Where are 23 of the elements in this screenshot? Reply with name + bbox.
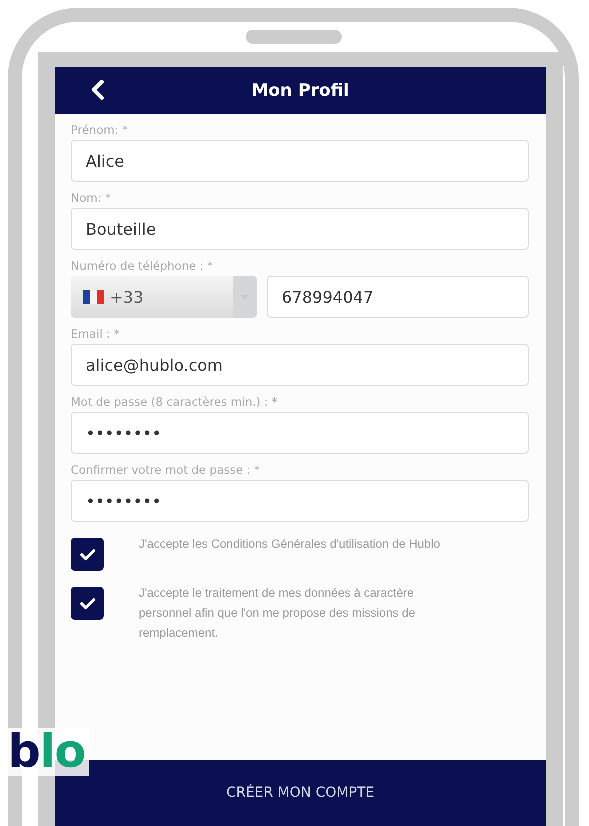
checkbox[interactable] — [71, 538, 104, 571]
back-icon[interactable] — [91, 80, 105, 100]
field-label: Numéro de téléphone : * — [71, 258, 214, 274]
check-icon — [80, 548, 96, 560]
country-code-dropdown[interactable]: +33 — [71, 276, 257, 318]
logo: blo — [8, 728, 90, 776]
consent-text: J'accepte le traitement de mes données à caractère personnel afin que l'on me propose des missions de remplacement. — [139, 585, 416, 642]
consent-text: J'accepte les Conditions Générales d'utilisation de Hublo — [139, 536, 440, 553]
field-label: Confirmer votre mot de passe : * — [71, 462, 262, 478]
checkbox[interactable] — [71, 587, 104, 620]
field-label: Email : * — [71, 326, 121, 342]
input-field[interactable]: Alice — [71, 140, 529, 182]
field-label: Nom: * — [71, 190, 112, 206]
check-icon — [80, 598, 96, 610]
phone-input[interactable]: 678994047 — [267, 276, 529, 318]
field-label: Mot de passe (8 caractères min.) : * — [71, 394, 279, 410]
input-field[interactable]: •••••••• — [71, 412, 529, 454]
input-field[interactable]: •••••••• — [71, 480, 529, 522]
input-field[interactable]: Bouteille — [71, 208, 529, 250]
field-label: Prénom: * — [71, 122, 130, 138]
input-field[interactable]: alice@hublo.com — [71, 344, 529, 386]
flag-icon — [83, 290, 104, 304]
page-title: Mon Profil — [252, 80, 350, 100]
